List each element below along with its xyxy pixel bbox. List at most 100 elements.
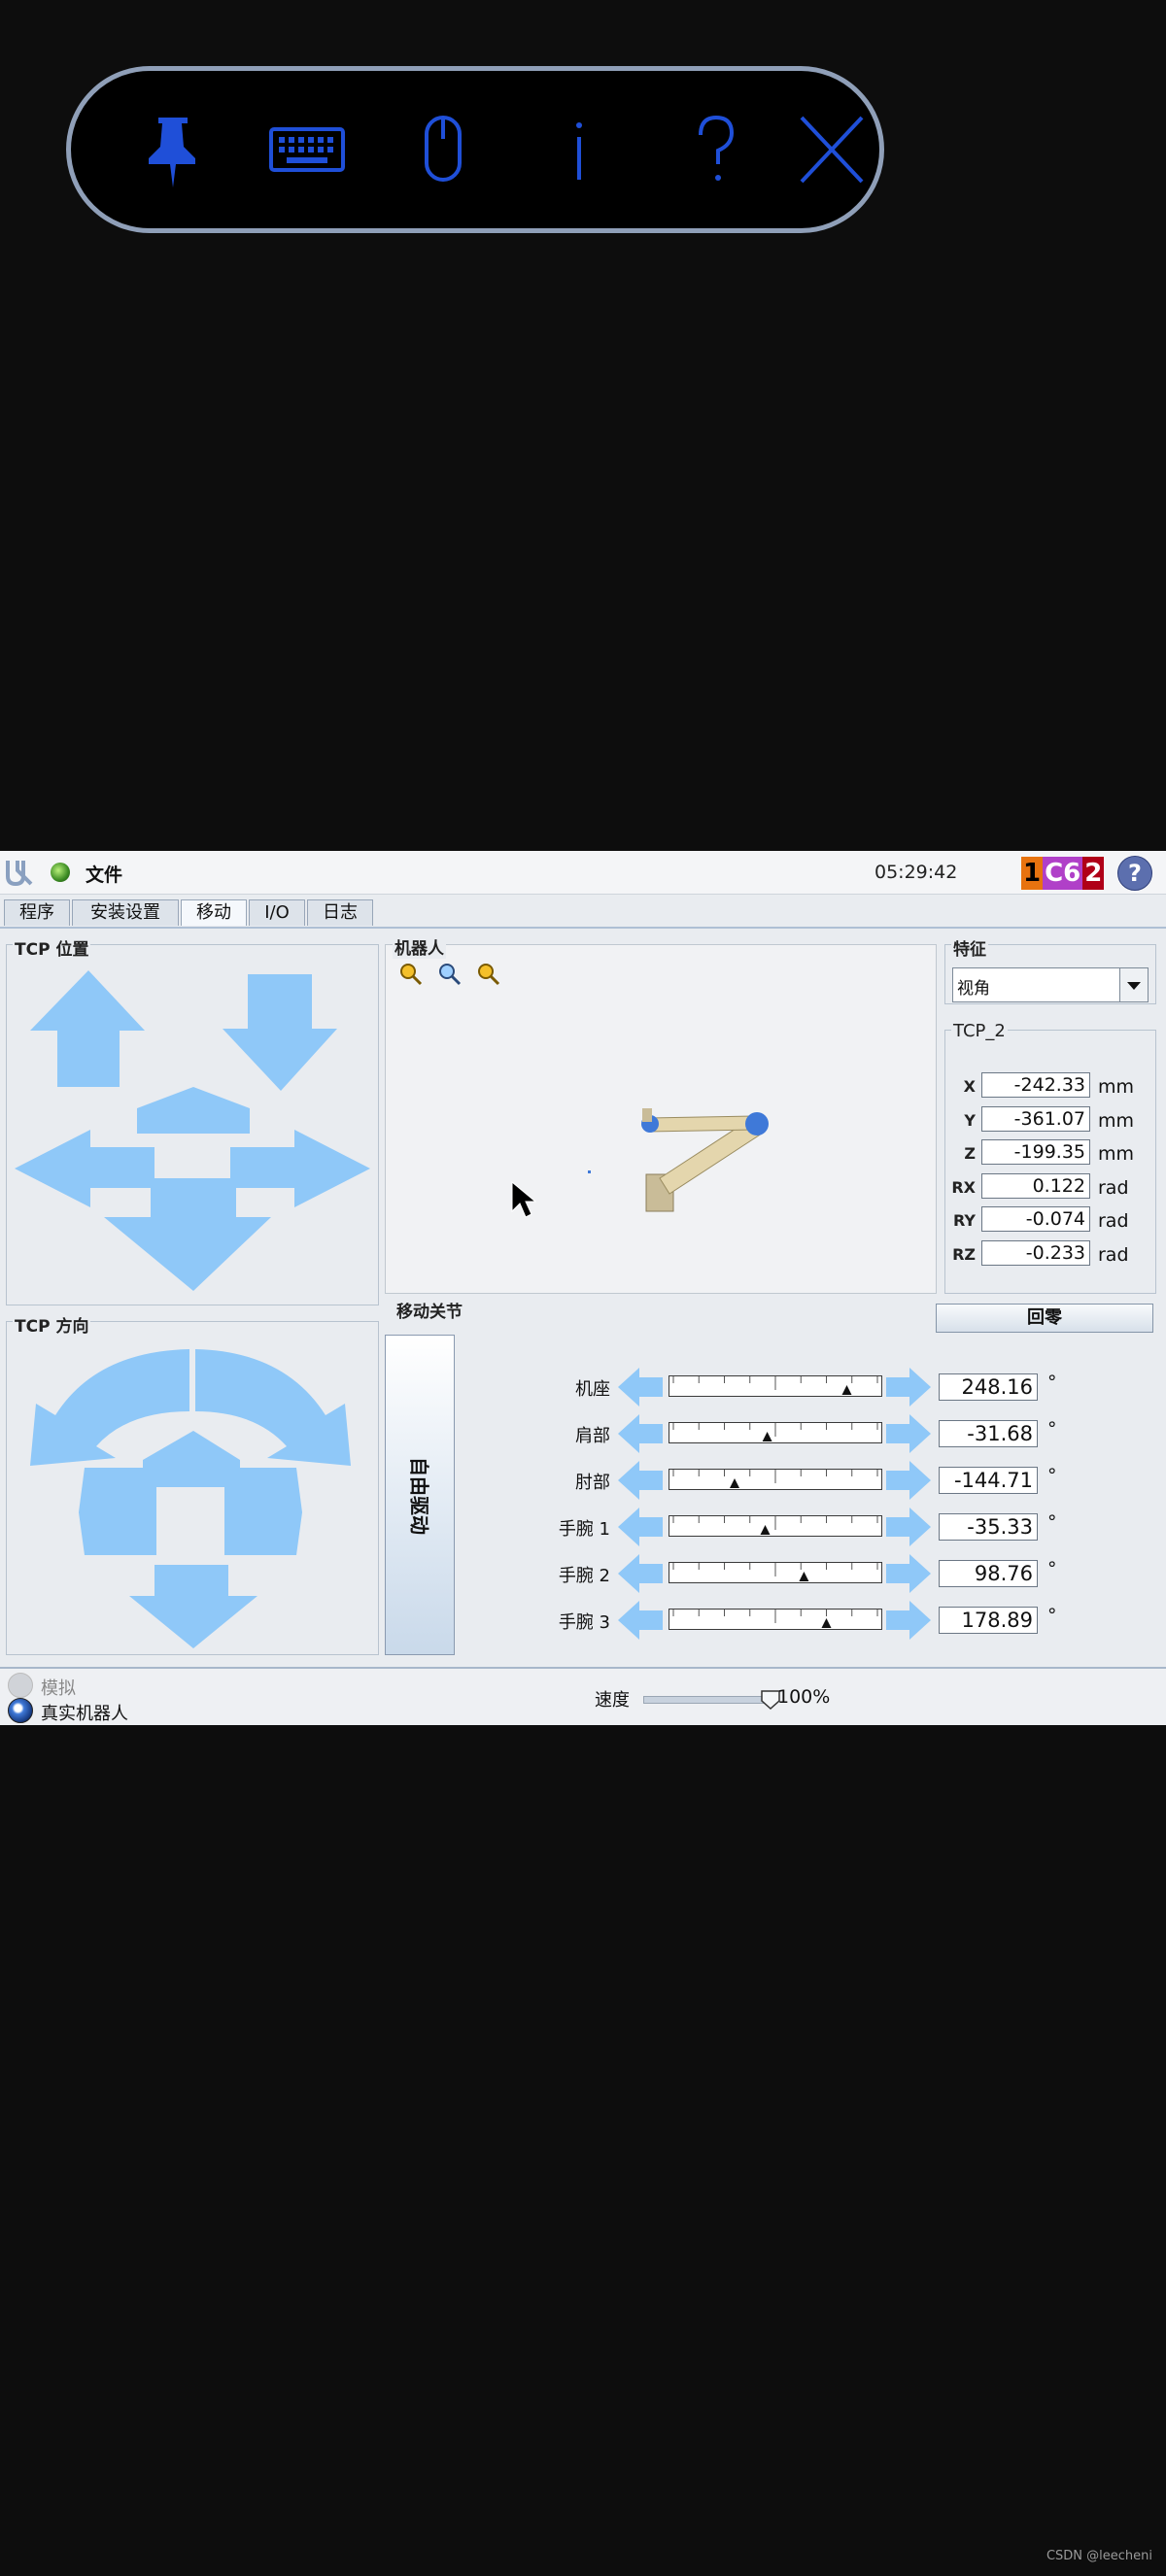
info-button[interactable] — [535, 106, 623, 193]
tcp-unit: rad — [1098, 1244, 1129, 1266]
close-button[interactable] — [788, 106, 875, 193]
tilt-backward-button[interactable] — [129, 1565, 257, 1648]
joint-slider[interactable] — [669, 1609, 882, 1630]
tab-move[interactable]: 移动 — [181, 899, 247, 926]
tcp-position-panel: TCP 位置 — [6, 935, 379, 1305]
tcp-label-rx: RX — [951, 1178, 976, 1197]
tcp-unit: mm — [1098, 1143, 1135, 1165]
floating-toolbar — [66, 66, 884, 233]
joint-increase-button[interactable] — [886, 1461, 931, 1500]
feature-select[interactable]: 视角 — [952, 967, 1149, 1002]
real-robot-radio[interactable] — [8, 1698, 33, 1723]
joint-label: 肩部 — [575, 1426, 610, 1446]
real-robot-label: 真实机器人 — [41, 1704, 128, 1724]
tab-io[interactable]: I/O — [249, 899, 305, 926]
speed-value: 100% — [777, 1686, 831, 1708]
joint-increase-button[interactable] — [886, 1508, 931, 1546]
degree-unit: ° — [1047, 1511, 1057, 1533]
joint-slider[interactable] — [669, 1515, 882, 1537]
pin-icon — [149, 118, 195, 187]
help-button[interactable]: ? — [1117, 856, 1152, 891]
tcp-orientation-panel: TCP 方向 — [6, 1312, 379, 1655]
file-menu[interactable]: 文件 — [86, 861, 122, 887]
keyboard-icon — [269, 127, 345, 172]
tcp-label-rz: RZ — [952, 1245, 976, 1264]
joint-slider[interactable] — [669, 1562, 882, 1583]
tab-installation[interactable]: 安装设置 — [72, 899, 179, 926]
tcp-field-rx: 0.122 — [981, 1173, 1090, 1199]
tcp-unit: rad — [1098, 1177, 1129, 1199]
keyboard-button[interactable] — [263, 106, 351, 193]
move-forward-button[interactable] — [137, 1087, 250, 1134]
tcp-field-y: -361.07 — [981, 1106, 1090, 1132]
move-backward-button[interactable] — [104, 1178, 271, 1291]
joint-label: 肘部 — [575, 1473, 610, 1493]
home-button[interactable]: 回零 — [936, 1304, 1153, 1333]
freedrive-button[interactable]: 自由驱动 — [385, 1335, 455, 1655]
tab-program[interactable]: 程序 — [4, 899, 70, 926]
joint-label: 手腕 1 — [558, 1519, 610, 1540]
ur-logo-icon — [6, 861, 33, 887]
joint-value: 98.76 — [939, 1560, 1038, 1587]
joint-value: 248.16 — [939, 1373, 1038, 1401]
feature-title: 特征 — [951, 935, 988, 960]
joint-slider[interactable] — [669, 1469, 882, 1490]
joint-increase-button[interactable] — [886, 1554, 931, 1593]
simulate-radio[interactable] — [8, 1673, 33, 1698]
joint-increase-button[interactable] — [886, 1601, 931, 1640]
tcp-label-ry: RY — [952, 1211, 976, 1230]
move-down-button[interactable] — [223, 974, 337, 1091]
tab-log[interactable]: 日志 — [307, 899, 373, 926]
joint-value: -144.71 — [939, 1467, 1038, 1494]
speed-slider[interactable] — [643, 1690, 780, 1711]
robot-3d-view[interactable] — [385, 944, 937, 1294]
tcp-field-rz: -0.233 — [981, 1240, 1090, 1266]
freedrive-label: 自由驱动 — [407, 1457, 431, 1535]
question-icon — [699, 115, 735, 181]
joint-slider[interactable] — [669, 1422, 882, 1443]
watermark: CSDN @leecheni — [1046, 2549, 1152, 2563]
tilt-left-button[interactable] — [79, 1468, 156, 1555]
tcp-title: TCP_2 — [951, 1021, 1008, 1041]
joint-label: 手腕 3 — [558, 1612, 610, 1633]
tcp-field-ry: -0.074 — [981, 1206, 1090, 1232]
joint-increase-button[interactable] — [886, 1414, 931, 1453]
mouse-icon — [425, 116, 462, 182]
speed-label: 速度 — [595, 1690, 630, 1711]
chevron-down-icon[interactable] — [1119, 968, 1148, 1001]
help-toolbar-button[interactable] — [671, 106, 759, 193]
badge-part-2: C6 — [1043, 857, 1083, 890]
tcp-field-z: -199.35 — [981, 1139, 1090, 1165]
polyscope-window: 文件 05:29:42 1 C6 2 ? 程序 安装设置 移动 I/O 日志 T… — [0, 851, 1166, 1725]
robot-arm-model — [511, 1108, 769, 1218]
pin-button[interactable] — [127, 106, 215, 193]
tcp-unit: mm — [1098, 1110, 1135, 1132]
joint-decrease-button[interactable] — [618, 1368, 663, 1407]
mouse-button[interactable] — [399, 106, 487, 193]
joint-decrease-button[interactable] — [618, 1414, 663, 1453]
move-left-button[interactable] — [15, 1130, 154, 1207]
degree-unit: ° — [1047, 1465, 1057, 1486]
move-right-button[interactable] — [230, 1130, 370, 1207]
joint-decrease-button[interactable] — [618, 1461, 663, 1500]
tilt-right-button[interactable] — [224, 1468, 302, 1555]
bottom-bar: 模拟 真实机器人 速度 100% — [0, 1667, 1166, 1725]
tcp-label-z: Z — [964, 1144, 976, 1163]
joint-increase-button[interactable] — [886, 1368, 931, 1407]
joint-slider[interactable] — [669, 1375, 882, 1397]
move-joints-title: 移动关节 — [394, 1298, 464, 1322]
title-bar: 文件 05:29:42 1 C6 2 ? — [0, 851, 1166, 895]
close-icon — [800, 116, 864, 184]
tcp-unit: mm — [1098, 1076, 1135, 1098]
joint-decrease-button[interactable] — [618, 1554, 663, 1593]
badge-part-3: 2 — [1082, 857, 1105, 890]
joint-value: 178.89 — [939, 1607, 1038, 1634]
degree-unit: ° — [1047, 1558, 1057, 1579]
feature-select-value: 视角 — [957, 979, 990, 999]
robot-view-title: 机器人 — [393, 934, 446, 959]
move-up-button[interactable] — [30, 970, 145, 1087]
joint-decrease-button[interactable] — [618, 1601, 663, 1640]
badge-part-1: 1 — [1021, 857, 1044, 890]
joint-decrease-button[interactable] — [618, 1508, 663, 1546]
robot-status-icon — [51, 863, 70, 882]
